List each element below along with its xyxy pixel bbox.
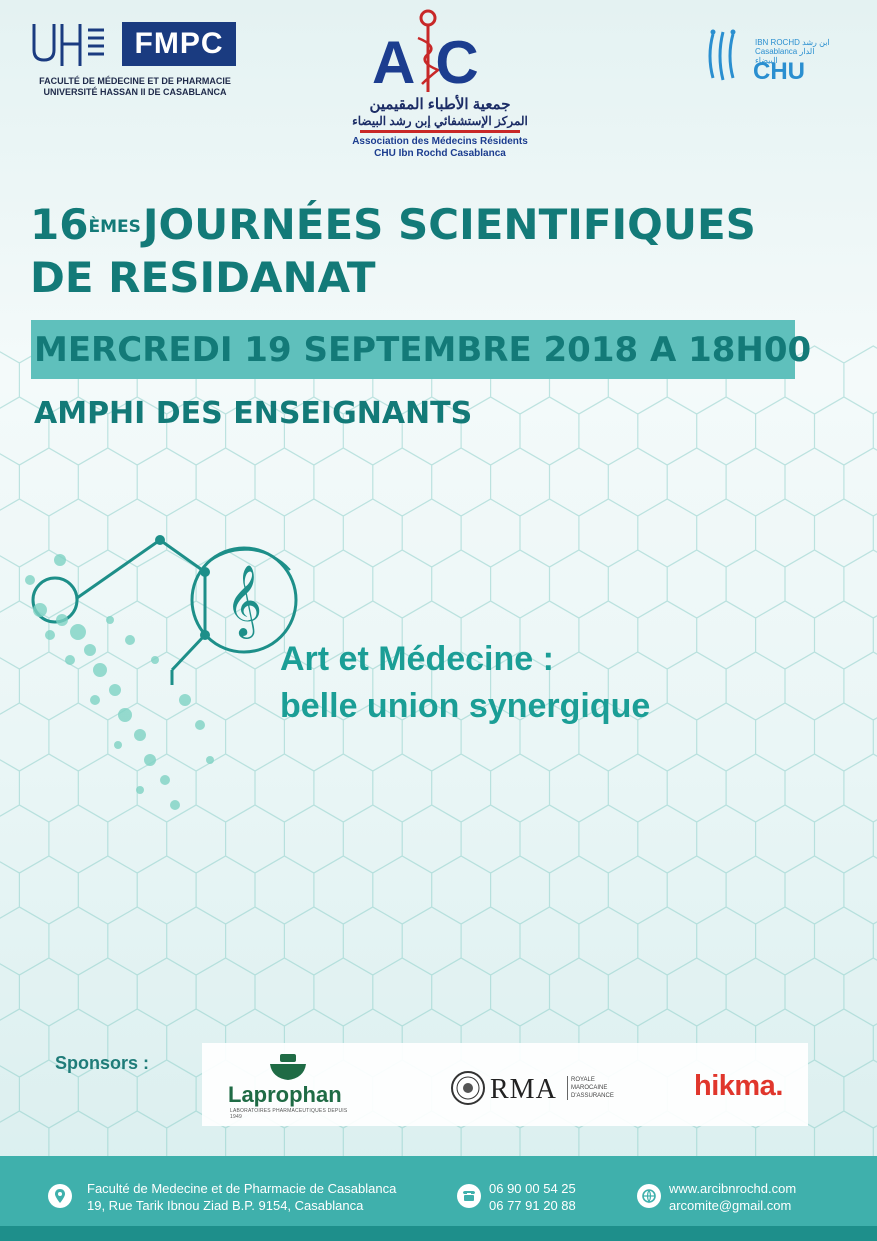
chu-small-line1: IBN ROCHD ابن رشد	[755, 38, 830, 47]
rma-subtitle: ROYALE MAROCAINE D'ASSURANCE	[567, 1076, 614, 1100]
arc-french-name: Association des Médecins Résidents CHU I…	[350, 136, 530, 160]
fmpc-logo: FMPC FACULTÉ DE MÉDECINE ET DE PHARMACIE…	[30, 20, 240, 100]
footer-bar: Faculté de Medecine et de Pharmacie de C…	[0, 1156, 877, 1226]
footer-strip	[0, 1226, 877, 1241]
arc-logo: AC جمعية الأطباء المقيمين المركز الإستشف…	[350, 8, 530, 160]
arc-arabic-line2: المركز الإستشفائي إبن رشد البيضاء	[352, 114, 528, 128]
music-note-icon: 𝄞	[225, 563, 263, 636]
rma-sub-line3: D'ASSURANCE	[571, 1093, 614, 1099]
website-link[interactable]: www.arcibnrochd.com	[669, 1181, 796, 1197]
event-title-line1: 16ÈMESJOURNÉES SCIENTIFIQUES	[30, 200, 756, 250]
phone-2[interactable]: 06 77 91 20 88	[489, 1198, 576, 1214]
laprophan-tagline: LABORATOIRES PHARMACEUTIQUES DEPUIS 1949	[230, 1108, 348, 1120]
location-pin-icon	[48, 1184, 72, 1208]
edition-suffix: ÈMES	[88, 217, 141, 237]
chu-logo: IBN ROCHD ابن رشد Casablanca الدار البيض…	[705, 28, 835, 88]
arc-arabic-name: جمعية الأطباء المقيمين المركز الإستشفائي…	[350, 96, 530, 130]
edition-number: 16	[30, 200, 89, 249]
arc-french-line2: CHU Ibn Rochd Casablanca	[374, 148, 506, 159]
theme-line2: belle union synergique	[280, 687, 651, 725]
address-line2: 19, Rue Tarik Ibnou Ziad B.P. 9154, Casa…	[87, 1198, 364, 1213]
rma-name: RMA	[490, 1074, 557, 1105]
laprophan-logo: Laprophan LABORATOIRES PHARMACEUTIQUES D…	[228, 1052, 348, 1122]
event-title-line2: DE RESIDANAT	[30, 253, 376, 302]
arc-divider	[360, 130, 520, 133]
phone-icon	[457, 1184, 481, 1208]
address-line1: Faculté de Medecine et de Pharmacie de C…	[87, 1181, 397, 1196]
rma-sub-line1: ROYALE	[571, 1077, 595, 1083]
arc-arabic-line1: جمعية الأطباء المقيمين	[369, 96, 511, 113]
event-date: MERCREDI 19 SEPTEMBRE 2018 A 18H00	[34, 330, 812, 370]
theme-line1: Art et Médecine :	[280, 640, 554, 678]
rma-logo: RMA ROYALE MAROCAINE D'ASSURANCE	[450, 1070, 630, 1110]
fmpc-line2: UNIVERSITÉ HASSAN II DE CASABLANCA	[43, 87, 227, 97]
mortar-pestle-icon	[270, 1054, 306, 1080]
chu-name: CHU	[753, 58, 805, 85]
rma-seal-icon	[451, 1071, 485, 1105]
globe-icon	[637, 1184, 661, 1208]
event-venue: AMPHI DES ENSEIGNANTS	[34, 396, 473, 431]
arc-letter-c: C	[435, 29, 478, 96]
title-text-1: JOURNÉES SCIENTIFIQUES	[142, 200, 756, 249]
arc-letter-a: A	[372, 29, 415, 96]
fmpc-line1: FACULTÉ DE MÉDECINE ET DE PHARMACIE	[39, 76, 231, 86]
fmpc-abbr: FMPC	[122, 22, 236, 66]
hikma-logo: hikma.	[694, 1070, 783, 1102]
arc-french-line1: Association des Médecins Résidents	[352, 136, 528, 147]
sponsors-label: Sponsors :	[55, 1053, 150, 1073]
email-link[interactable]: arcomite@gmail.com	[669, 1198, 791, 1214]
uh2c-mark-icon	[32, 24, 104, 66]
phone-1[interactable]: 06 90 00 54 25	[489, 1181, 576, 1197]
chu-mark-icon	[708, 29, 736, 81]
rma-sub-line2: MAROCAINE	[571, 1085, 608, 1091]
laprophan-name: Laprophan	[228, 1082, 342, 1107]
arc-wordmark: AC	[372, 28, 479, 97]
fmpc-subtitle: FACULTÉ DE MÉDECINE ET DE PHARMACIE UNIV…	[30, 76, 240, 98]
